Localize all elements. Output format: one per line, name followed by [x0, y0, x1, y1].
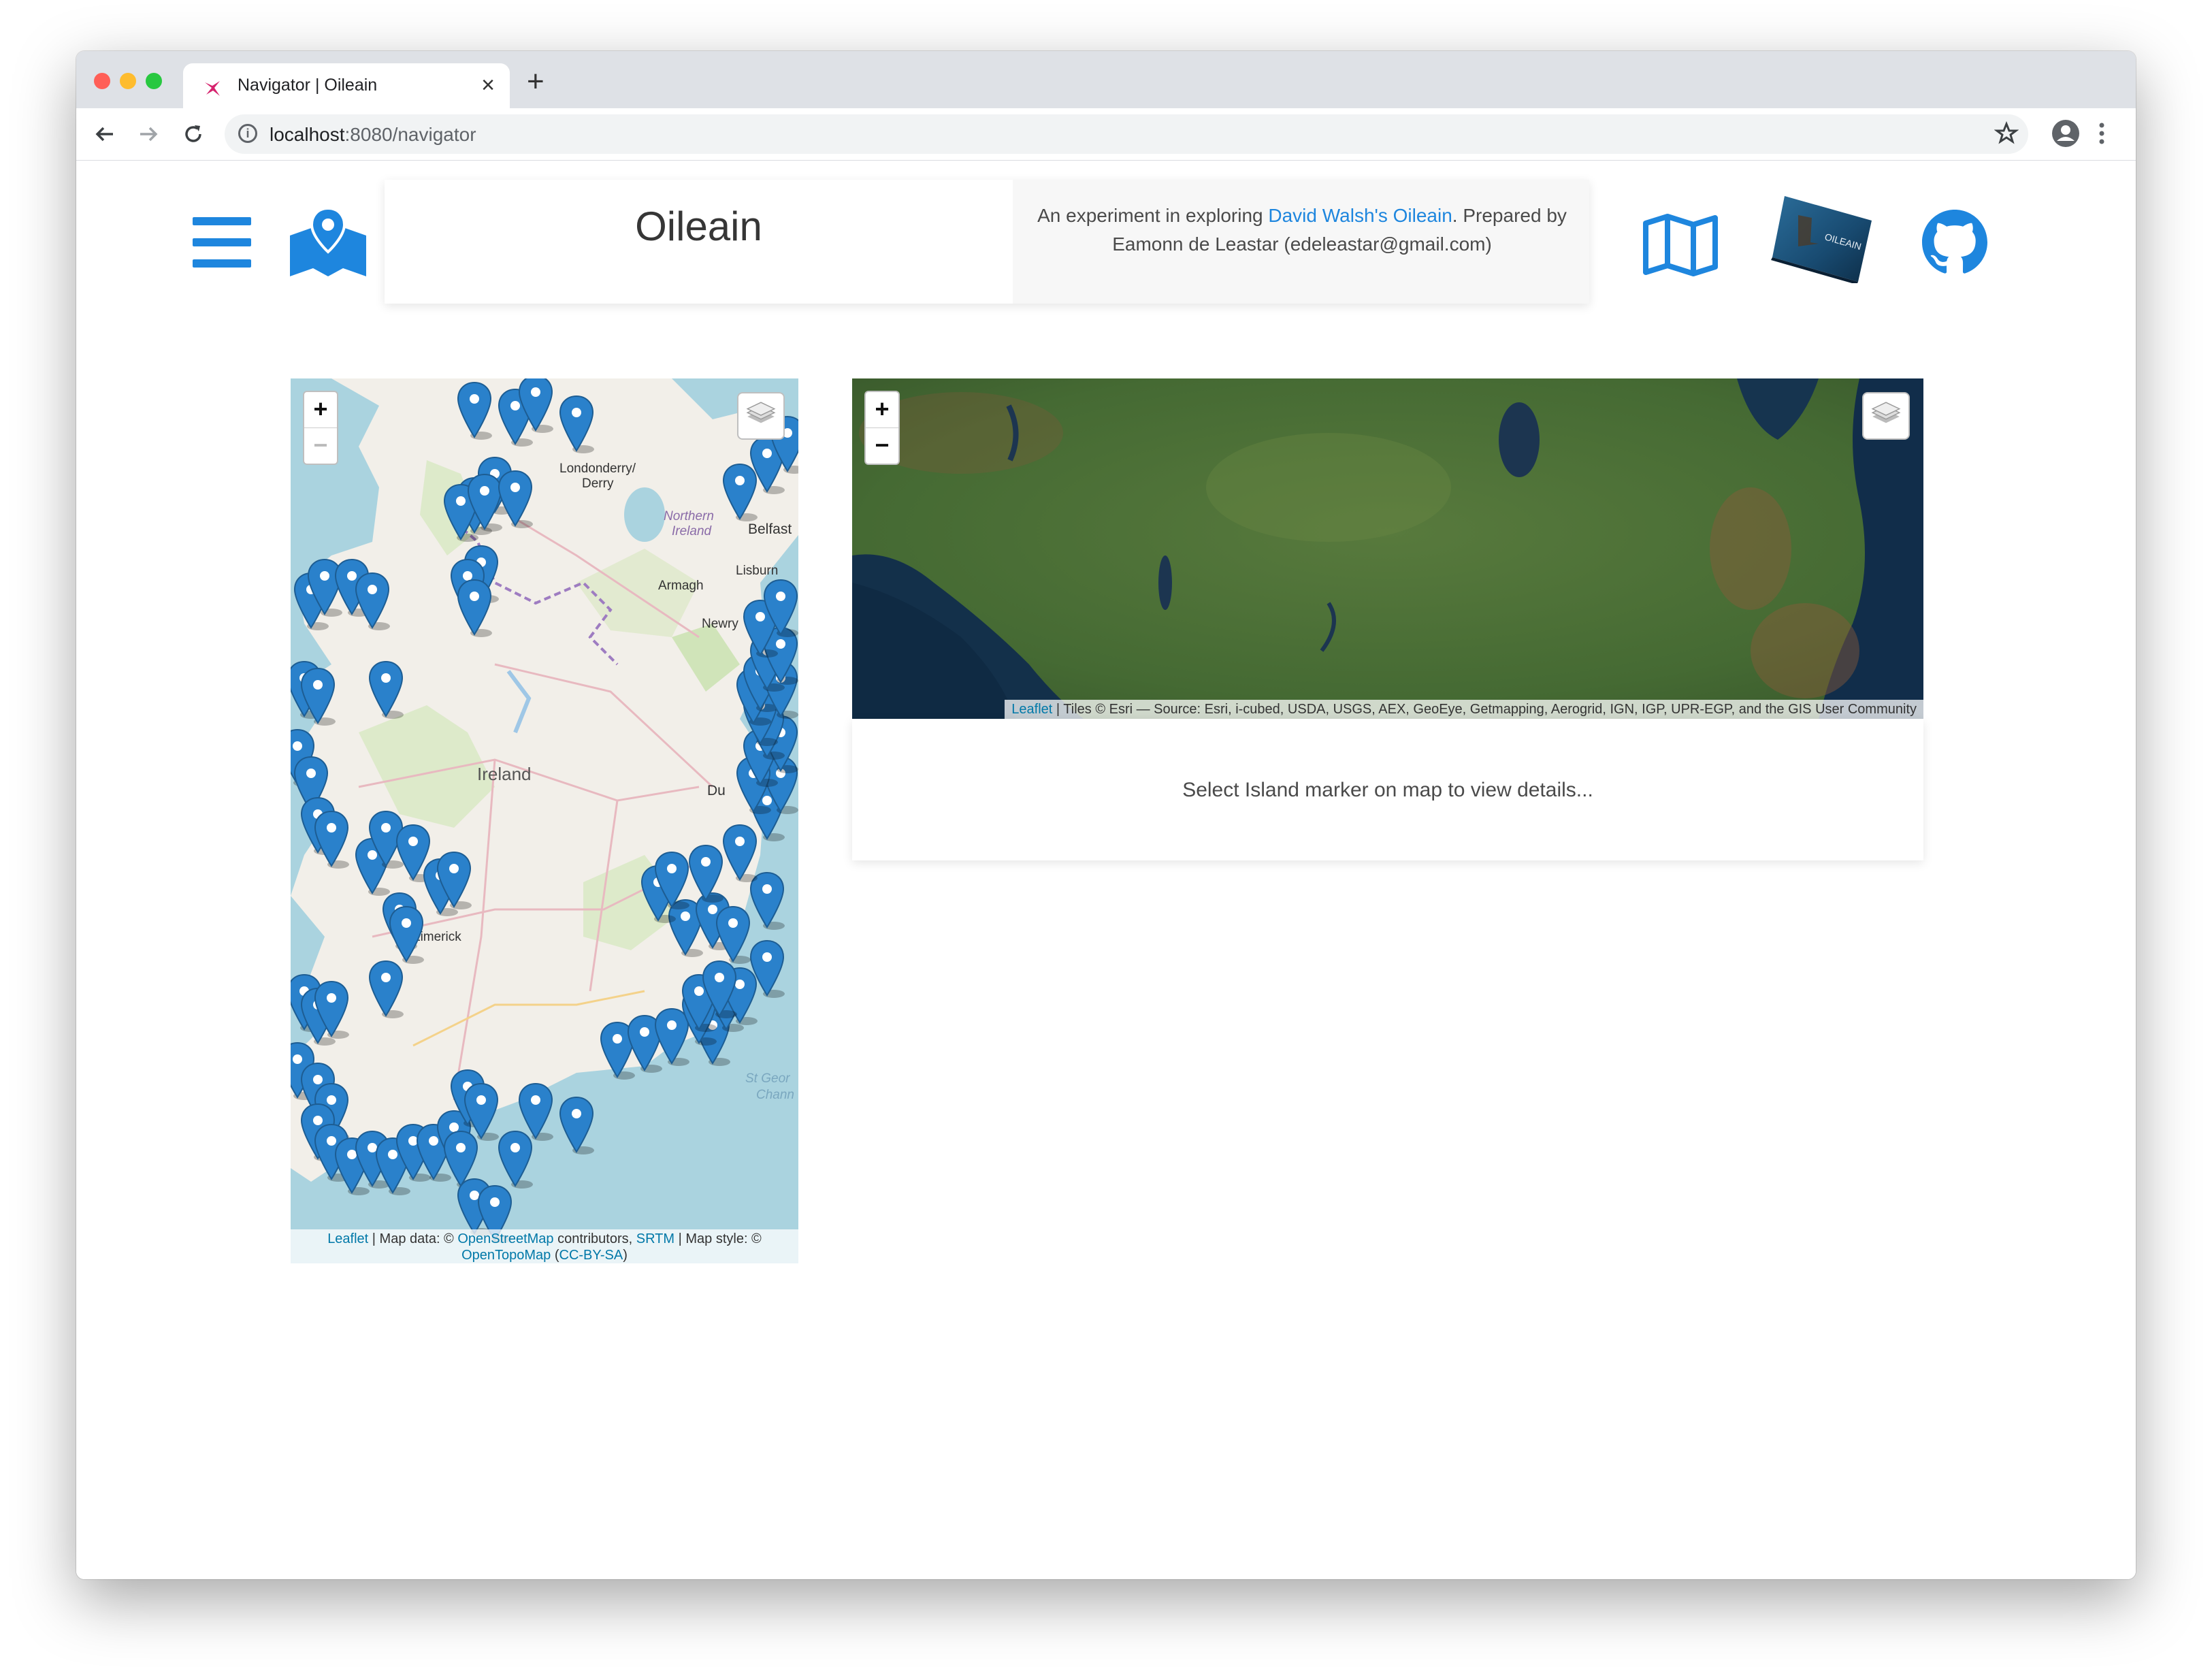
- page-title: Oileain: [635, 204, 762, 249]
- island-marker-icon[interactable]: [368, 960, 404, 1018]
- island-marker-icon[interactable]: [355, 572, 390, 630]
- reload-icon[interactable]: [178, 119, 208, 149]
- left-layers-icon[interactable]: [737, 392, 785, 440]
- right-map-attribution: Leaflet | Tiles © Esri — Source: Esri, i…: [1005, 700, 1923, 719]
- more-menu-icon[interactable]: [2095, 118, 2109, 149]
- new-tab-button[interactable]: +: [527, 65, 544, 99]
- tab-close-icon[interactable]: ×: [481, 71, 495, 99]
- srtm-link[interactable]: SRTM: [636, 1231, 674, 1246]
- site-info-icon[interactable]: i: [238, 124, 257, 143]
- left-zoom-in-button[interactable]: +: [304, 392, 337, 427]
- bookmark-star-icon[interactable]: [1994, 118, 2019, 148]
- island-marker-icon[interactable]: [654, 1007, 689, 1066]
- island-marker-icon[interactable]: [457, 579, 492, 637]
- close-window-button[interactable]: [94, 73, 110, 89]
- island-marker-icon[interactable]: [314, 810, 349, 869]
- tab-title: Navigator | Oileain: [238, 76, 378, 95]
- osm-link[interactable]: OpenStreetMap: [457, 1231, 553, 1246]
- map-marker-icon[interactable]: [290, 208, 366, 276]
- details-placeholder: Select Island marker on map to view deta…: [1182, 779, 1593, 801]
- island-marker-icon[interactable]: [498, 470, 533, 528]
- islands-map[interactable]: Londonderry/ Derry Northern Ireland Belf…: [291, 378, 798, 1263]
- right-zoom-in-button[interactable]: +: [866, 392, 898, 427]
- page-content: Oileain An experiment in exploring David…: [76, 161, 2136, 1579]
- right-layers-icon[interactable]: [1862, 392, 1910, 440]
- title-panel: Oileain: [385, 180, 1013, 304]
- satellite-tiles[interactable]: [852, 378, 1923, 719]
- back-icon[interactable]: [90, 119, 120, 149]
- tab-strip: Navigator | Oileain × +: [76, 51, 2136, 108]
- book-cover-image[interactable]: OILEAIN: [1771, 195, 1873, 283]
- island-marker-icon[interactable]: [715, 905, 751, 964]
- right-map-zoom-control: + −: [864, 391, 900, 465]
- github-icon[interactable]: [1922, 210, 1987, 275]
- oileain-link[interactable]: David Walsh's Oileain: [1268, 205, 1452, 226]
- cc-by-sa-link[interactable]: CC-BY-SA: [559, 1248, 623, 1263]
- island-marker-icon[interactable]: [498, 1130, 533, 1189]
- island-marker-icon[interactable]: [559, 1096, 594, 1154]
- leaflet-link[interactable]: Leaflet: [327, 1231, 368, 1246]
- right-leaflet-link[interactable]: Leaflet: [1011, 702, 1052, 717]
- browser-tab[interactable]: Navigator | Oileain ×: [183, 63, 510, 108]
- island-marker-icon[interactable]: [722, 463, 758, 521]
- left-map-attribution: Leaflet | Map data: © OpenStreetMap cont…: [291, 1229, 798, 1263]
- browser-toolbar: i localhost:8080/navigator: [76, 108, 2136, 161]
- url-text: localhost:8080/navigator: [270, 124, 476, 145]
- island-marker-icon[interactable]: [457, 381, 492, 440]
- open-map-icon[interactable]: [1642, 214, 1719, 276]
- island-details-card: Select Island marker on map to view deta…: [852, 719, 1923, 860]
- right-zoom-out-button[interactable]: −: [866, 427, 898, 464]
- island-marker-icon[interactable]: [389, 905, 424, 964]
- description-text: An experiment in exploring David Walsh's…: [1037, 205, 1567, 255]
- favicon-icon: [205, 81, 220, 96]
- satellite-map[interactable]: + − Leaflet | Tiles © Esri — Source: Esr…: [852, 378, 1923, 719]
- island-markers[interactable]: [291, 378, 798, 1263]
- island-marker-icon[interactable]: [368, 660, 404, 719]
- minimize-window-button[interactable]: [120, 73, 136, 89]
- profile-icon[interactable]: [2050, 118, 2081, 149]
- description-panel: An experiment in exploring David Walsh's…: [1013, 180, 1589, 304]
- forward-icon[interactable]: [133, 119, 163, 149]
- opentopomap-link[interactable]: OpenTopoMap: [461, 1248, 551, 1263]
- maximize-window-button[interactable]: [146, 73, 162, 89]
- left-map-zoom-control: + −: [303, 391, 338, 465]
- menu-icon[interactable]: [193, 217, 251, 268]
- address-bar[interactable]: i localhost:8080/navigator: [225, 114, 2028, 154]
- title-card: Oileain An experiment in exploring David…: [385, 180, 1589, 304]
- island-marker-icon[interactable]: [518, 1082, 553, 1141]
- island-marker-icon[interactable]: [722, 824, 758, 882]
- left-zoom-out-button[interactable]: −: [304, 427, 337, 464]
- browser-window: Navigator | Oileain × + i localhost:8080…: [76, 51, 2136, 1579]
- island-marker-icon[interactable]: [559, 395, 594, 453]
- island-marker-icon[interactable]: [749, 871, 785, 930]
